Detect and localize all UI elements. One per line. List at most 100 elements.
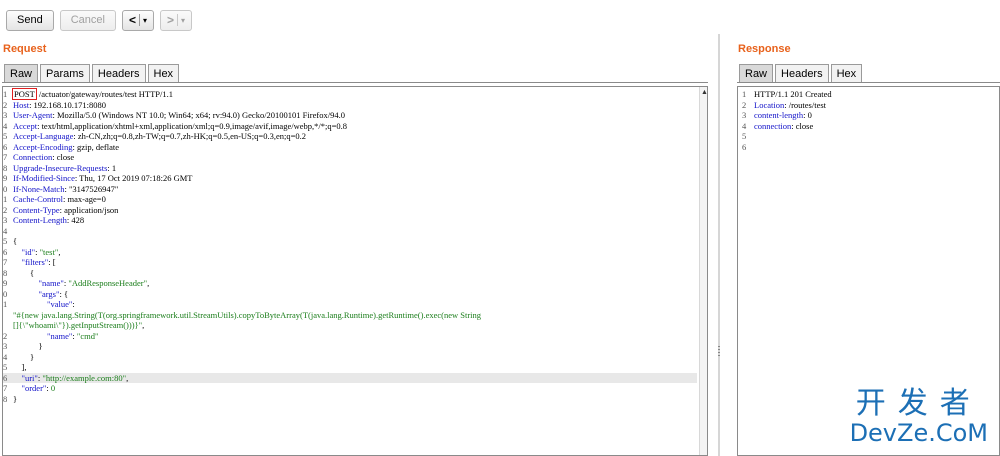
cancel-button[interactable]: Cancel (59, 9, 116, 31)
pane-splitter[interactable] (718, 34, 720, 456)
code-token: If-Modified-Since (13, 173, 75, 183)
tab-hex[interactable]: Hex (147, 64, 180, 82)
toolbar: Send Cancel < ▾ > ▾ (6, 9, 193, 31)
code-token: } (13, 351, 35, 362)
code-token: ], (13, 362, 27, 372)
code-token: : Thu, 17 Oct 2019 07:18:26 GMT (74, 173, 193, 183)
response-code[interactable]: 1 HTTP/1.1 201 Created 2 Location: /routes/… (738, 89, 989, 152)
line-number: 6 (3, 246, 8, 257)
request-tabs: Raw Params Headers Hex (4, 64, 180, 82)
code-line[interactable]: 2 Host: 192.168.10.171:8080 (3, 100, 697, 111)
code-line[interactable]: []{\"whoami\"}).getInputStream()))}", (3, 320, 697, 331)
line-number: 4 (742, 120, 747, 131)
line-number: 1 (3, 299, 8, 309)
code-line[interactable]: 8 Upgrade-Insecure-Requests: 1 (3, 163, 697, 174)
code-token: "AddResponseHeader" (68, 278, 148, 288)
back-button[interactable]: < ▾ (121, 9, 154, 31)
line-content: User-Agent: Mozilla/5.0 (Windows NT 10.0… (13, 110, 345, 121)
code-line[interactable]: 3 Content-Length: 428 (3, 215, 697, 226)
divider (177, 14, 178, 26)
code-line[interactable]: 5{ (3, 236, 697, 247)
code-line[interactable]: 4 } (3, 352, 697, 363)
tab-raw[interactable]: Raw (739, 64, 774, 82)
line-number: 3 (3, 215, 8, 225)
watermark-en: DevZe.CoM (849, 419, 988, 447)
scroll-up-icon[interactable]: ▲ (701, 89, 707, 96)
code-line[interactable]: 8 { (3, 268, 697, 279)
tab-raw[interactable]: Raw (4, 64, 39, 82)
code-line[interactable]: 5 ], (3, 362, 697, 373)
code-token: Cache-Control (13, 194, 64, 204)
code-line[interactable]: "#{new java.lang.String(T(org.springfram… (3, 310, 697, 321)
code-line[interactable]: 3 User-Agent: Mozilla/5.0 (Windows NT 10.… (3, 110, 697, 121)
line-number: 9 (3, 278, 8, 288)
line-number: 7 (3, 257, 8, 267)
line-number: 5 (742, 131, 747, 141)
code-line[interactable]: 1 HTTP/1.1 201 Created (738, 89, 989, 100)
code-line[interactable]: 5 (738, 131, 989, 142)
line-number: 3 (3, 110, 8, 120)
request-scrollbar[interactable]: ▲ (699, 87, 707, 455)
line-number: 2 (3, 330, 8, 341)
line-number: 3 (3, 341, 8, 351)
code-line[interactable]: 7 "filters": [ (3, 257, 697, 268)
line-number: 1 (3, 89, 8, 99)
line-number: 5 (3, 362, 8, 372)
code-line[interactable]: 7 Connection: close (3, 152, 697, 163)
code-line[interactable]: 6 "id": "test", (3, 247, 697, 258)
back-arrow-icon: < (128, 13, 136, 27)
code-line[interactable]: 6 "uri": "http://example.com:80", (3, 372, 697, 383)
code-line[interactable]: 4 connection: close (738, 121, 989, 132)
send-button[interactable]: Send (6, 9, 54, 31)
code-line[interactable]: 0 "args": { (3, 289, 697, 300)
code-line[interactable]: 1 "value": (3, 299, 697, 310)
tab-headers[interactable]: Headers (775, 64, 829, 82)
code-token: Content-Length (13, 215, 67, 225)
code-token: : 0 (803, 110, 812, 120)
line-number: 5 (3, 236, 8, 246)
chevron-down-icon[interactable]: ▾ (143, 16, 147, 25)
code-line[interactable]: 2 Location: /routes/test (738, 100, 989, 111)
line-number: 3 (742, 110, 747, 120)
tab-hex[interactable]: Hex (830, 64, 863, 82)
code-line[interactable]: 5 Accept-Language: zh-CN,zh;q=0.8,zh-TW;q… (3, 131, 697, 142)
line-content: Accept: text/html,application/xhtml+xml,… (13, 121, 347, 132)
code-line[interactable]: 8} (3, 394, 697, 405)
code-line[interactable]: 0 If-None-Match: "3147526947" (3, 184, 697, 195)
request-code[interactable]: 1 POST /actuator/gateway/routes/test HTTP… (3, 88, 697, 405)
code-token: Location (754, 99, 785, 110)
tab-params[interactable]: Params (40, 64, 90, 82)
code-line[interactable]: 4 Accept: text/html,application/xhtml+xml… (3, 121, 697, 132)
line-number: 5 (3, 131, 8, 141)
code-token: : close (52, 152, 75, 162)
code-token: content-length (754, 110, 804, 120)
drag-handle-icon[interactable] (718, 346, 720, 358)
line-number: 4 (3, 225, 8, 236)
code-line[interactable]: 3 } (3, 341, 697, 352)
line-content: []{\"whoami\"}).getInputStream()))}", (13, 320, 144, 331)
line-content: Host: 192.168.10.171:8080 (13, 100, 106, 111)
code-line[interactable]: 9 If-Modified-Since: Thu, 17 Oct 2019 07:… (3, 173, 697, 184)
code-token: : max-age=0 (63, 194, 106, 204)
request-editor[interactable]: 1 POST /actuator/gateway/routes/test HTTP… (2, 86, 708, 456)
code-line[interactable]: 1 Cache-Control: max-age=0 (3, 194, 697, 205)
code-token: : "3147526947" (64, 183, 119, 194)
chevron-down-icon[interactable]: ▾ (181, 16, 185, 25)
tab-headers[interactable]: Headers (91, 64, 146, 82)
code-line[interactable]: 9 "name": "AddResponseHeader", (3, 278, 697, 289)
line-content: } (13, 394, 17, 405)
code-line[interactable]: 4 (3, 226, 697, 237)
code-line[interactable]: 1 POST /actuator/gateway/routes/test HTTP… (3, 88, 697, 100)
code-line[interactable]: 2 "name": "cmd" (3, 331, 697, 342)
code-line[interactable]: 6 Accept-Encoding: gzip, deflate (3, 142, 697, 153)
code-line[interactable]: 6 (738, 142, 989, 153)
code-line[interactable]: 7 "order": 0 (3, 383, 697, 394)
line-content: "#{new java.lang.String(T(org.springfram… (13, 310, 481, 321)
code-token: "uri" (13, 372, 38, 383)
forward-button[interactable]: > ▾ (159, 9, 193, 31)
code-line[interactable]: 3 content-length: 0 (738, 110, 989, 121)
line-number: 1 (3, 194, 8, 204)
line-content: "value": (13, 299, 75, 310)
line-content: } (13, 352, 34, 363)
code-line[interactable]: 2 Content-Type: application/json (3, 205, 697, 216)
